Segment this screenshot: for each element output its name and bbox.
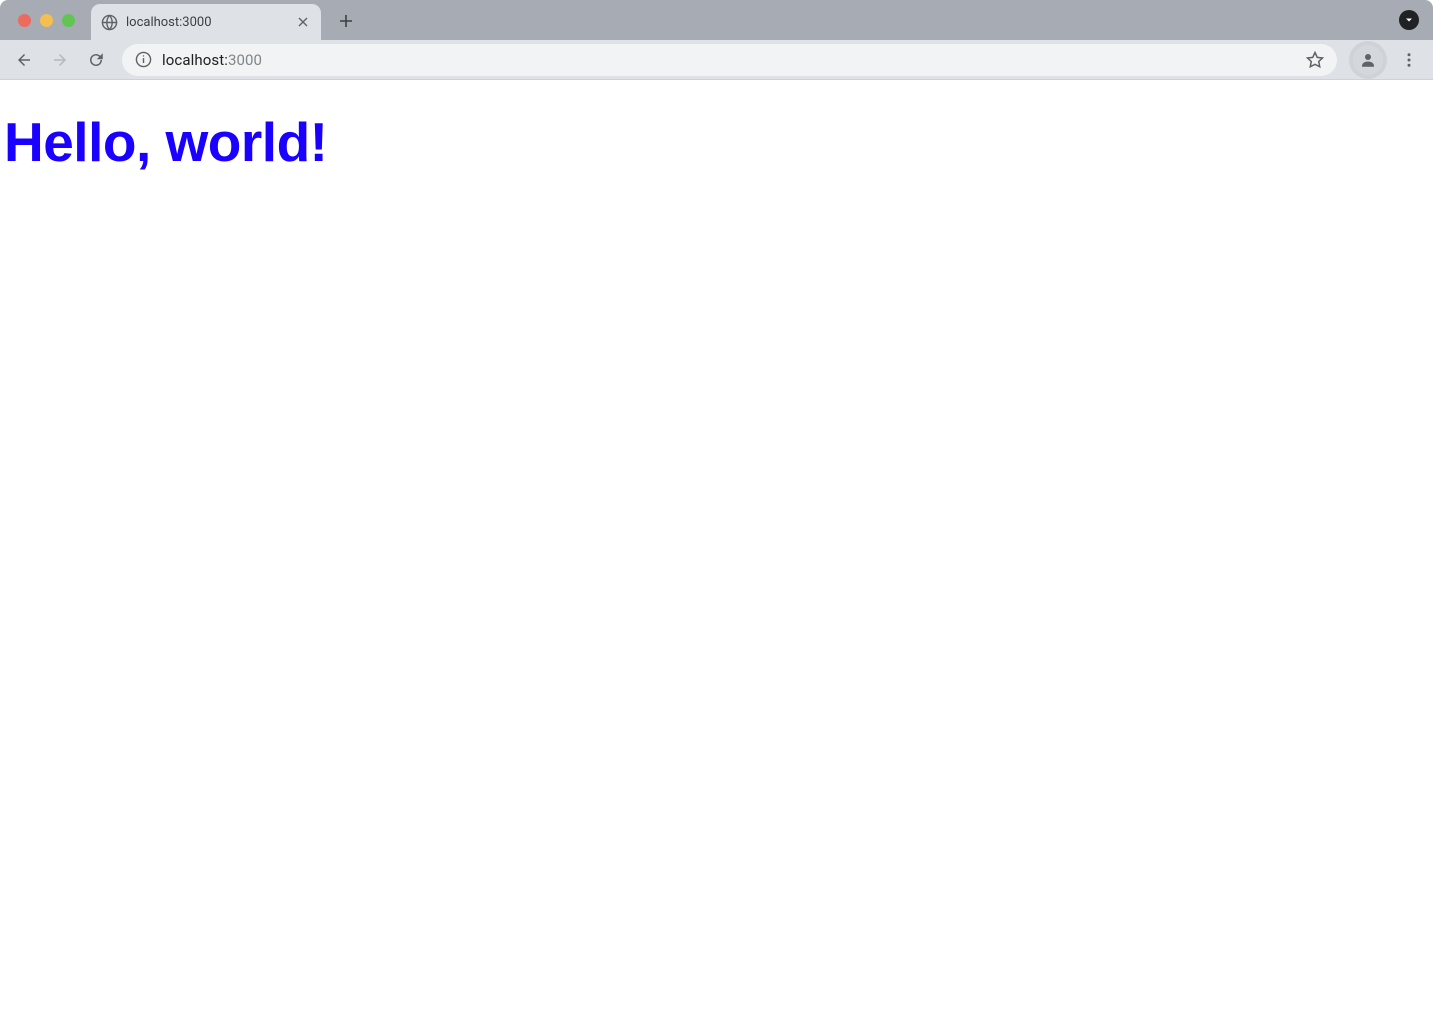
info-icon [135, 51, 152, 68]
globe-icon [101, 14, 118, 31]
page-heading: Hello, world! [4, 110, 1433, 174]
url-text: localhost:3000 [162, 51, 1295, 69]
tab-close-button[interactable] [294, 14, 311, 31]
browser-menu-button[interactable] [1393, 44, 1425, 76]
chevron-down-icon [1404, 15, 1414, 25]
profile-button[interactable] [1353, 45, 1383, 75]
bookmark-button[interactable] [1305, 50, 1325, 70]
address-bar[interactable]: localhost:3000 [122, 44, 1337, 76]
person-icon [1359, 51, 1377, 69]
url-host: localhost: [162, 51, 228, 69]
window-close-button[interactable] [18, 14, 31, 27]
new-tab-button[interactable] [331, 6, 361, 36]
back-button[interactable] [8, 44, 40, 76]
three-dots-vertical-icon [1400, 51, 1418, 69]
browser-toolbar: localhost:3000 [0, 40, 1433, 80]
tab-search-button[interactable] [1399, 10, 1419, 30]
page-content: Hello, world! [0, 80, 1433, 1024]
tab-strip: localhost:3000 [0, 0, 1433, 40]
url-port: 3000 [228, 51, 262, 69]
site-info-button[interactable] [134, 51, 152, 69]
close-icon [298, 17, 308, 27]
plus-icon [339, 14, 353, 28]
forward-button[interactable] [44, 44, 76, 76]
arrow-right-icon [51, 51, 69, 69]
arrow-left-icon [15, 51, 33, 69]
window-controls [10, 0, 83, 40]
reload-icon [87, 51, 105, 69]
reload-button[interactable] [80, 44, 112, 76]
window-minimize-button[interactable] [40, 14, 53, 27]
tab-title: localhost:3000 [126, 15, 294, 30]
window-maximize-button[interactable] [62, 14, 75, 27]
browser-tab[interactable]: localhost:3000 [91, 4, 321, 40]
star-icon [1306, 51, 1324, 69]
